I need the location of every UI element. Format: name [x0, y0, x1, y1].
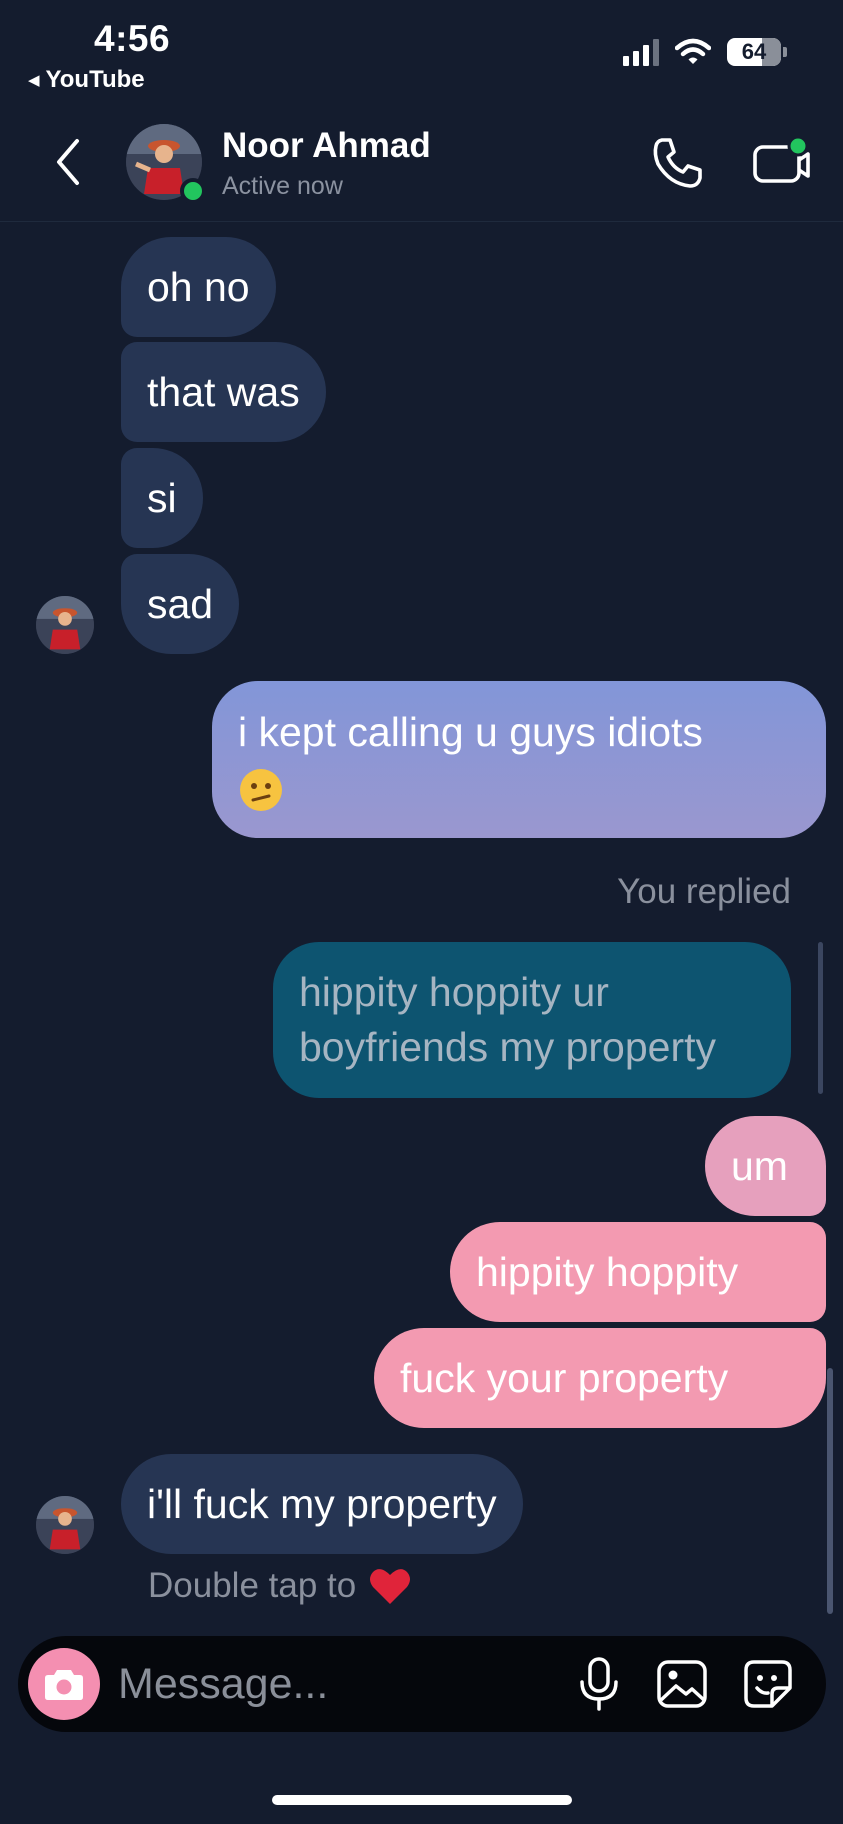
replied-label: You replied [617, 872, 791, 911]
double-tap-hint: Double tap to [148, 1566, 412, 1606]
gallery-icon [657, 1660, 707, 1708]
message-text: hippity hoppity [476, 1248, 739, 1295]
reply-quote-bubble[interactable]: hippity hoppity ur boyfriends my propert… [273, 942, 791, 1098]
back-to-app[interactable]: ◀ YouTube [28, 66, 145, 94]
double-tap-label: Double tap to [148, 1566, 357, 1605]
chat-header: Noor Ahmad Active now [0, 112, 843, 222]
message-text: oh no [147, 263, 250, 310]
gallery-button[interactable] [654, 1656, 710, 1712]
status-icons: 64 [623, 38, 787, 66]
message-content: i kept calling u guys idiots [238, 705, 703, 815]
contact-avatar-small[interactable] [36, 1496, 94, 1554]
message-text: i kept calling u guys idiots [238, 709, 703, 755]
message-text: um [731, 1142, 788, 1189]
message-bubble-received[interactable]: si [121, 448, 203, 548]
message-bubble-sent[interactable]: i kept calling u guys idiots [212, 681, 826, 838]
message-input[interactable] [118, 1654, 478, 1714]
wifi-icon [675, 38, 711, 64]
message-text: fuck your property [400, 1354, 729, 1401]
back-button[interactable] [48, 134, 88, 190]
message-composer [18, 1636, 826, 1732]
contact-status: Active now [222, 172, 343, 200]
back-triangle-icon: ◀ [28, 72, 40, 89]
message-bubble-received[interactable]: sad [121, 554, 240, 654]
camera-icon [45, 1670, 83, 1700]
battery-tip [783, 47, 787, 57]
reply-quote-text: hippity hoppity ur boyfriends my propert… [299, 969, 717, 1070]
message-text: i'll fuck my property [147, 1480, 497, 1527]
home-indicator[interactable] [272, 1795, 572, 1805]
phone-icon [653, 138, 702, 188]
chat-scrollbar[interactable] [827, 1368, 833, 1614]
confused-face-icon [240, 769, 282, 812]
reply-scroll-indicator [818, 942, 823, 1094]
message-bubble-sent[interactable]: um [705, 1116, 826, 1216]
battery-level: 64 [741, 39, 767, 64]
back-app-label: YouTube [45, 66, 145, 93]
message-text: si [147, 474, 177, 521]
message-bubble-received[interactable]: i'll fuck my property [121, 1454, 523, 1554]
contact-avatar-small[interactable] [36, 596, 94, 654]
video-icon [753, 135, 810, 183]
sticker-button[interactable] [740, 1656, 796, 1712]
message-bubble-received[interactable]: oh no [121, 237, 276, 337]
status-time: 4:56 [94, 18, 171, 59]
microphone-button[interactable] [574, 1656, 624, 1712]
video-call-button[interactable] [750, 134, 814, 192]
heart-icon [370, 1569, 411, 1604]
message-bubble-received[interactable]: that was [121, 342, 326, 442]
contact-name[interactable]: Noor Ahmad [222, 126, 431, 166]
back-icon [57, 139, 79, 185]
online-indicator [180, 178, 206, 204]
message-bubble-sent[interactable]: fuck your property [374, 1328, 826, 1428]
camera-button[interactable] [28, 1648, 100, 1720]
cellular-signal-icon [623, 38, 659, 66]
chat-screen: 4:56 ◀ YouTube 64 Noor Ahmad Active now … [0, 0, 843, 1824]
battery-icon: 64 [727, 38, 781, 66]
message-text: that was [147, 368, 300, 415]
message-bubble-sent[interactable]: hippity hoppity [450, 1222, 826, 1322]
sticker-icon [744, 1660, 792, 1708]
voice-call-button[interactable] [648, 134, 706, 192]
microphone-icon [580, 1657, 618, 1711]
message-text: sad [147, 580, 214, 627]
